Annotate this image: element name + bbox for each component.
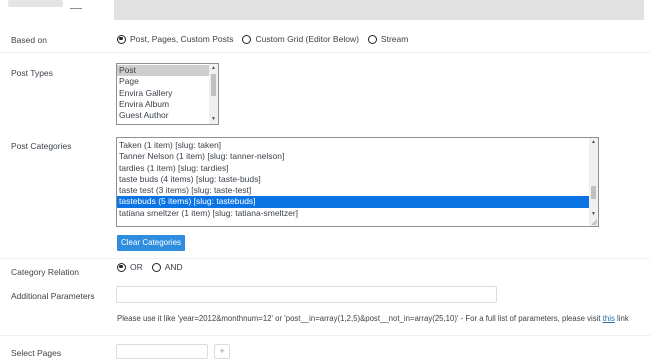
scrollbar[interactable]: ▲ ▼ bbox=[589, 138, 598, 226]
scroll-down-icon[interactable]: ▼ bbox=[209, 115, 218, 124]
scroll-up-icon[interactable]: ▲ bbox=[209, 64, 218, 73]
list-item[interactable]: Page bbox=[117, 76, 218, 87]
scroll-down-icon[interactable]: ▼ bbox=[589, 210, 598, 219]
list-item[interactable]: Post bbox=[117, 65, 218, 77]
row-divider bbox=[0, 258, 650, 259]
clear-categories-button[interactable]: Clear Categories bbox=[117, 235, 185, 251]
row-divider bbox=[0, 335, 650, 336]
radio-label: Stream bbox=[380, 34, 409, 44]
radio-post-pages[interactable]: Post, Pages, Custom Posts bbox=[117, 34, 233, 44]
header-label-placeholder bbox=[8, 0, 63, 7]
list-item[interactable]: taste test (3 items) [slug: taste-test] bbox=[117, 185, 598, 196]
radio-label: OR bbox=[130, 262, 143, 272]
radio-stream[interactable]: Stream bbox=[367, 34, 409, 44]
select-pages-label: Select Pages bbox=[11, 348, 62, 358]
help-text: Please use it like 'year=2012&monthnum=1… bbox=[117, 314, 629, 323]
header-dash bbox=[70, 8, 82, 9]
list-item[interactable]: Envira Album bbox=[117, 99, 218, 110]
radio-checked-icon[interactable] bbox=[117, 262, 126, 272]
help-link[interactable]: this bbox=[603, 314, 615, 323]
row-divider bbox=[0, 52, 650, 53]
resize-grip-icon[interactable] bbox=[591, 219, 597, 225]
radio-or[interactable]: OR bbox=[117, 262, 143, 272]
list-item[interactable]: Taken (1 item) [slug: taken] bbox=[117, 140, 598, 151]
radio-checked-icon[interactable] bbox=[117, 34, 126, 44]
additional-parameters-input[interactable] bbox=[116, 286, 497, 303]
help-text-suffix: link bbox=[614, 314, 629, 323]
based-on-radio-group: Post, Pages, Custom Posts Custom Grid (E… bbox=[117, 34, 417, 44]
post-types-listbox[interactable]: Post Page Envira Gallery Envira Album Gu… bbox=[116, 63, 219, 125]
top-header-strip bbox=[0, 0, 650, 20]
add-page-button[interactable]: + bbox=[214, 344, 230, 359]
list-item[interactable]: tastebuds (5 items) [slug: tastebuds] bbox=[117, 196, 598, 208]
post-categories-listbox[interactable]: Taken (1 item) [slug: taken] Tanner Nels… bbox=[116, 137, 599, 227]
scroll-thumb[interactable] bbox=[591, 186, 596, 199]
list-item[interactable]: Tanner Nelson (1 item) [slug: tanner-nel… bbox=[117, 151, 598, 162]
header-field[interactable] bbox=[114, 0, 644, 20]
scroll-up-icon[interactable]: ▲ bbox=[589, 138, 598, 147]
radio-label: AND bbox=[164, 262, 183, 272]
radio-and[interactable]: AND bbox=[151, 262, 183, 272]
post-types-label: Post Types bbox=[11, 68, 53, 78]
list-item[interactable]: Envira Gallery bbox=[117, 88, 218, 99]
radio-unchecked-icon[interactable] bbox=[367, 34, 377, 44]
list-item[interactable]: Guest Author bbox=[117, 110, 218, 121]
help-text-body: Please use it like 'year=2012&monthnum=1… bbox=[117, 314, 603, 323]
radio-label: Post, Pages, Custom Posts bbox=[130, 34, 234, 44]
scrollbar[interactable]: ▲ ▼ bbox=[209, 64, 218, 124]
radio-custom-grid[interactable]: Custom Grid (Editor Below) bbox=[242, 34, 359, 44]
list-item[interactable]: tatiana smeltzer (1 item) [slug: tatiana… bbox=[117, 208, 598, 219]
post-categories-label: Post Categories bbox=[11, 141, 72, 151]
list-item[interactable]: taste buds (4 items) [slug: taste-buds] bbox=[117, 174, 598, 185]
category-relation-radio-group: OR AND bbox=[117, 262, 192, 272]
category-relation-label: Category Relation bbox=[11, 267, 80, 277]
list-item[interactable]: tardies (1 item) [slug: tardies] bbox=[117, 163, 598, 174]
additional-parameters-label: Additional Parameters bbox=[11, 291, 95, 301]
radio-unchecked-icon[interactable] bbox=[242, 34, 252, 44]
scroll-thumb[interactable] bbox=[211, 74, 216, 96]
radio-unchecked-icon[interactable] bbox=[151, 262, 161, 272]
based-on-label: Based on bbox=[11, 35, 47, 45]
radio-label: Custom Grid (Editor Below) bbox=[255, 34, 359, 44]
select-pages-input[interactable] bbox=[116, 344, 208, 359]
